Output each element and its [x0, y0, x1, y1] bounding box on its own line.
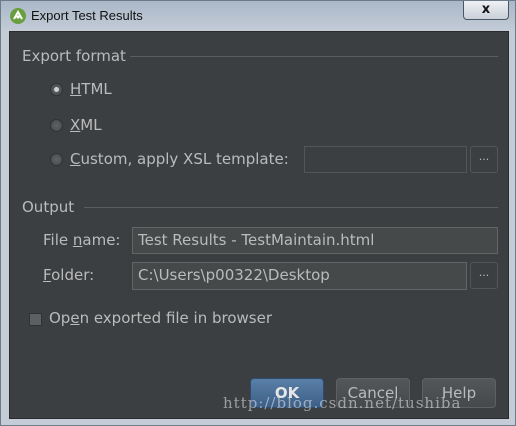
export-format-title: Export format	[22, 47, 126, 65]
close-icon: x	[481, 2, 491, 17]
file-name-label: File name:	[43, 231, 121, 249]
dialog-window: Export Test Results x Export format HTML…	[0, 0, 516, 426]
xsl-template-input[interactable]	[304, 146, 467, 173]
xsl-template-browse-button[interactable]: ...	[470, 146, 498, 173]
dialog-content: Export format HTML XML Custom, apply XSL…	[9, 31, 509, 419]
window-title: Export Test Results	[31, 8, 143, 23]
close-button[interactable]: x	[463, 1, 509, 20]
radio-html-label[interactable]: HTML	[70, 80, 112, 98]
folder-input[interactable]: C:\Users\p00322\Desktop	[132, 262, 467, 290]
radio-xml-label[interactable]: XML	[70, 116, 102, 134]
output-divider	[84, 207, 498, 208]
file-name-input[interactable]: Test Results - TestMaintain.html	[132, 227, 498, 254]
title-bar[interactable]: Export Test Results x	[1, 1, 516, 31]
open-in-browser-checkbox[interactable]	[29, 313, 42, 326]
watermark-text: http://blog.csdn.net/tushiba	[223, 394, 462, 412]
output-title: Output	[22, 198, 75, 216]
android-studio-icon	[10, 8, 26, 24]
folder-label: Folder:	[43, 266, 95, 284]
radio-selected-dot	[54, 87, 59, 92]
radio-xml[interactable]	[50, 119, 63, 132]
open-in-browser-label[interactable]: Open exported file in browser	[49, 309, 272, 327]
folder-browse-button[interactable]: ...	[470, 262, 498, 289]
export-format-divider	[130, 56, 498, 57]
radio-html[interactable]	[50, 83, 63, 96]
radio-custom-xsl[interactable]	[50, 153, 63, 166]
radio-custom-xsl-label[interactable]: Custom, apply XSL template:	[70, 150, 289, 168]
